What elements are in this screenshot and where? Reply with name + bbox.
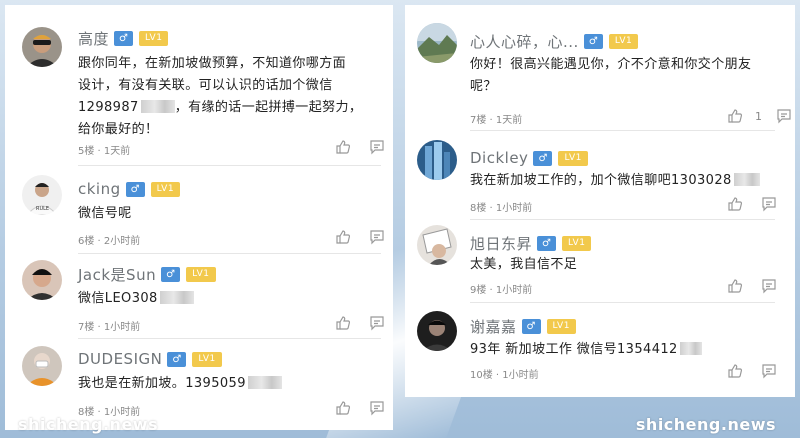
avatar[interactable] <box>417 225 457 265</box>
divider <box>470 302 775 303</box>
comment-panel-left: 高度 ♂ LV1 跟你同年，在新加坡做预算，不知道你哪方面 设计，有没有关联。可… <box>5 5 393 430</box>
thumbs-up-icon[interactable] <box>727 108 743 124</box>
censored-blur <box>733 173 760 186</box>
comment-text: 微信LEO308 <box>78 288 378 310</box>
divider <box>470 130 775 131</box>
comment-icon[interactable] <box>369 139 385 155</box>
level-badge: LV1 <box>562 235 592 251</box>
comment-icon[interactable] <box>369 400 385 416</box>
username[interactable]: 高度 <box>78 28 109 49</box>
level-badge: LV1 <box>192 351 222 367</box>
username[interactable]: 旭日东昇 <box>470 233 532 254</box>
level-badge: LV1 <box>150 181 181 197</box>
censored-blur <box>247 376 282 389</box>
username[interactable]: cking <box>78 180 121 198</box>
timestamp: 1天前 <box>495 115 523 126</box>
floor-number: 6楼 <box>78 236 95 247</box>
gender-male-badge: ♂ <box>161 266 181 282</box>
censored-blur <box>159 291 194 304</box>
comment-meta: 6楼 · 2小时前 <box>78 236 141 247</box>
thumbs-up-icon[interactable] <box>335 315 351 331</box>
watermark: shicheng.news <box>635 415 776 434</box>
gender-male-badge: ♂ <box>114 30 134 46</box>
divider <box>78 165 381 166</box>
comment-icon[interactable] <box>369 229 385 245</box>
floor-number: 10楼 <box>470 370 493 381</box>
svg-text:RULE: RULE <box>36 206 49 212</box>
avatar[interactable] <box>417 311 457 351</box>
gender-male-badge: ♂ <box>583 33 603 49</box>
avatar[interactable]: RULE <box>22 175 62 215</box>
censored-blur <box>140 100 175 113</box>
timestamp: 1小时前 <box>495 203 533 214</box>
avatar[interactable] <box>22 27 62 67</box>
avatar[interactable] <box>417 23 457 63</box>
comment-panel-right: 心人心碎，心... ♂ LV1 你好！很高兴能遇见你，介不介意和你交个朋友 呢？… <box>405 5 795 397</box>
username[interactable]: DUDESIGN <box>78 350 162 368</box>
comment-icon[interactable] <box>369 315 385 331</box>
floor-number: 8楼 <box>470 203 487 214</box>
like-count: 1 <box>755 109 762 123</box>
avatar[interactable] <box>22 260 62 300</box>
comment-icon[interactable] <box>761 278 777 294</box>
floor-number: 7楼 <box>78 322 95 333</box>
floor-number: 7楼 <box>470 115 487 126</box>
gender-male-badge: ♂ <box>167 351 187 367</box>
floor-number: 5楼 <box>78 146 95 157</box>
gender-male-badge: ♂ <box>125 181 145 197</box>
watermark: shicheng.news <box>18 415 159 434</box>
comment-text: 你好！很高兴能遇见你，介不介意和你交个朋友 呢？ <box>470 57 752 94</box>
thumbs-up-icon[interactable] <box>727 196 743 212</box>
timestamp: 1天前 <box>103 146 131 157</box>
thumbs-up-icon[interactable] <box>727 363 743 379</box>
comment-icon[interactable] <box>776 108 792 124</box>
comment-meta: 5楼 · 1天前 <box>78 146 131 157</box>
comment-icon[interactable] <box>761 363 777 379</box>
comment-meta: 8楼 · 1小时前 <box>470 203 533 214</box>
username[interactable]: Jack是Sun <box>78 264 156 285</box>
floor-number: 9楼 <box>470 285 487 296</box>
comment-text: 93年 新加坡工作 微信号1354412 <box>470 339 770 361</box>
comment-meta: 9楼 · 1小时前 <box>470 285 533 296</box>
avatar[interactable] <box>22 346 62 386</box>
comment-text: 我在新加坡工作的，加个微信聊吧1303028 <box>470 170 790 192</box>
level-badge: LV1 <box>546 318 576 334</box>
divider <box>78 253 381 254</box>
thumbs-up-icon[interactable] <box>335 139 351 155</box>
divider <box>78 338 381 339</box>
timestamp: 1小时前 <box>103 322 141 333</box>
divider <box>470 219 775 220</box>
username[interactable]: 心人心碎，心... <box>470 31 579 52</box>
username[interactable]: Dickley <box>470 149 528 167</box>
thumbs-up-icon[interactable] <box>727 278 743 294</box>
thumbs-up-icon[interactable] <box>335 400 351 416</box>
censored-blur <box>679 342 702 355</box>
level-badge: LV1 <box>186 266 216 282</box>
comment-text: 太美，我自信不足 <box>470 257 578 272</box>
gender-male-badge: ♂ <box>533 150 553 166</box>
comment-text: 跟你同年，在新加坡做预算，不知道你哪方面 设计，有没有关联。可以认识的话加个微信… <box>78 56 363 137</box>
level-badge: LV1 <box>558 150 588 166</box>
comment-meta: 10楼 · 1小时前 <box>470 370 539 381</box>
comment-meta: 7楼 · 1天前 <box>470 115 523 126</box>
comment-text: 微信号呢 <box>78 206 132 221</box>
level-badge: LV1 <box>139 30 169 46</box>
level-badge: LV1 <box>608 33 639 49</box>
gender-male-badge: ♂ <box>521 318 541 334</box>
thumbs-up-icon[interactable] <box>335 229 351 245</box>
comment-meta: 7楼 · 1小时前 <box>78 322 141 333</box>
timestamp: 2小时前 <box>103 236 141 247</box>
avatar[interactable] <box>417 140 457 180</box>
comment-text: 我也是在新加坡。1395059 <box>78 373 378 395</box>
username[interactable]: 谢嘉嘉 <box>470 316 517 337</box>
timestamp: 1小时前 <box>495 285 533 296</box>
timestamp: 1小时前 <box>502 370 539 381</box>
comment-icon[interactable] <box>761 196 777 212</box>
gender-male-badge: ♂ <box>537 235 557 251</box>
